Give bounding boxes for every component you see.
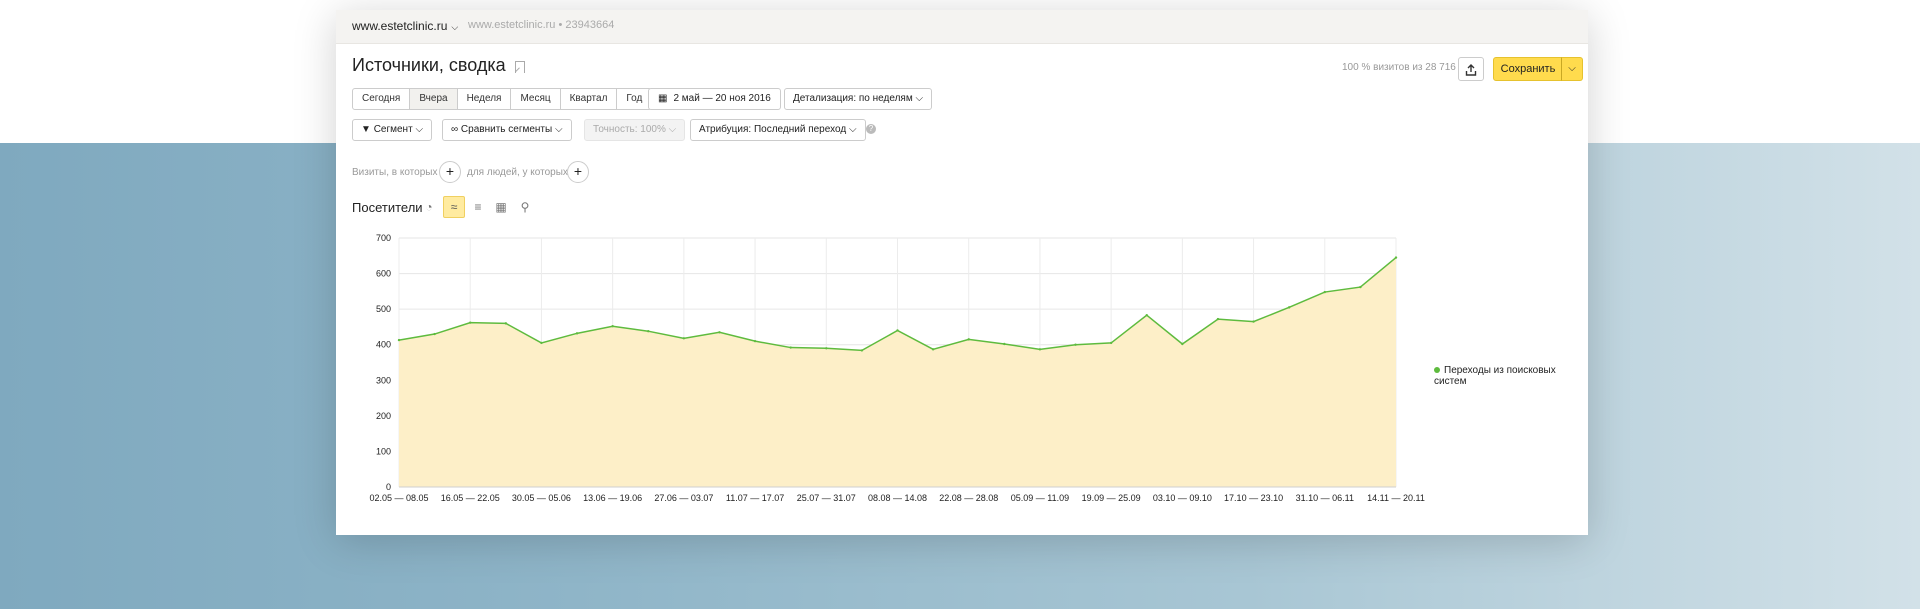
data-point[interactable] <box>718 331 721 334</box>
x-tick-label: 14.11 — 20.11 <box>1367 493 1425 503</box>
x-tick-label: 08.08 — 14.08 <box>868 493 927 503</box>
data-point[interactable] <box>469 321 472 324</box>
legend-dot <box>1434 367 1440 374</box>
x-tick-label: 30.05 — 05.06 <box>512 493 571 503</box>
y-tick-label: 700 <box>376 233 391 243</box>
data-point[interactable] <box>789 346 792 349</box>
data-point[interactable] <box>1074 343 1077 346</box>
data-point[interactable] <box>647 329 650 333</box>
data-point[interactable] <box>575 332 579 335</box>
x-tick-label: 03.10 — 09.10 <box>1153 493 1212 503</box>
y-tick-label: 100 <box>376 446 391 456</box>
x-tick-label: 25.07 — 31.07 <box>797 493 856 503</box>
data-point[interactable] <box>397 338 401 342</box>
y-tick-label: 400 <box>376 340 391 350</box>
x-tick-label: 17.10 — 23.10 <box>1224 493 1283 503</box>
data-point[interactable] <box>931 348 935 351</box>
y-tick-label: 500 <box>376 304 391 314</box>
data-point[interactable] <box>1038 348 1042 351</box>
x-tick-label: 27.06 — 03.07 <box>654 493 713 503</box>
x-tick-label: 16.05 — 22.05 <box>441 493 500 503</box>
data-point[interactable] <box>896 329 899 332</box>
report-panel: www.estetclinic.ru ⌵ www.estetclinic.ru •… <box>336 10 1588 535</box>
data-point[interactable] <box>433 332 436 336</box>
data-point[interactable] <box>611 325 614 328</box>
y-tick-label: 0 <box>386 482 391 492</box>
data-point[interactable] <box>1323 290 1326 294</box>
y-tick-label: 200 <box>376 411 391 421</box>
x-tick-label: 11.07 — 17.07 <box>726 493 784 503</box>
x-tick-label: 22.08 — 28.08 <box>939 493 998 503</box>
data-point[interactable] <box>967 338 970 341</box>
data-point[interactable] <box>1394 256 1398 259</box>
y-tick-label: 600 <box>376 269 391 279</box>
x-tick-label: 13.06 — 19.06 <box>583 493 642 503</box>
x-tick-label: 19.09 — 25.09 <box>1082 493 1141 503</box>
data-point[interactable] <box>504 322 508 325</box>
data-point[interactable] <box>860 349 864 352</box>
data-point[interactable] <box>1216 317 1220 321</box>
data-point[interactable] <box>825 347 828 350</box>
chart-legend[interactable]: Переходы из поисковых систем <box>1434 365 1588 387</box>
legend-label: Переходы из поисковых систем <box>1434 365 1556 387</box>
x-tick-label: 31.10 — 06.11 <box>1296 493 1354 503</box>
data-point[interactable] <box>1181 342 1184 346</box>
data-point[interactable] <box>540 341 543 345</box>
data-point[interactable] <box>1252 320 1255 323</box>
data-point[interactable] <box>1287 306 1291 309</box>
x-tick-label: 05.09 — 11.09 <box>1011 493 1069 503</box>
data-point[interactable] <box>682 337 686 340</box>
x-tick-label: 02.05 — 08.05 <box>369 493 428 503</box>
visitors-chart: 0 100 200 300 400 500 600 700 02.05 — 08.05 16.05… <box>369 233 1425 503</box>
data-point[interactable] <box>1359 285 1362 289</box>
data-point[interactable] <box>1109 341 1113 345</box>
y-tick-label: 300 <box>376 375 391 385</box>
data-point[interactable] <box>1003 342 1006 346</box>
data-point[interactable] <box>1145 313 1148 317</box>
data-point[interactable] <box>753 339 757 343</box>
